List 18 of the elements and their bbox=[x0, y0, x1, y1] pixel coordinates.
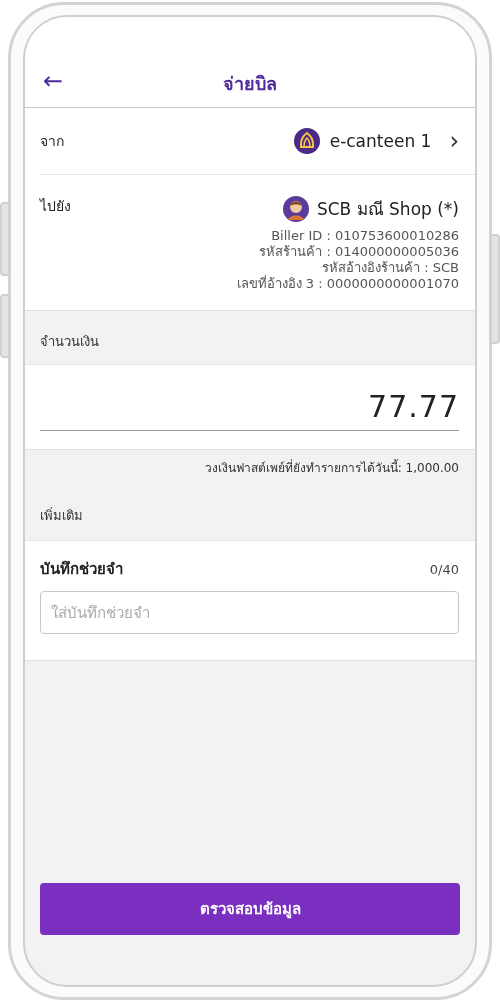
biller-detail: รหัสอ้างอิงร้านค้า : SCB bbox=[322, 260, 459, 276]
page-title: จ่ายบิล bbox=[223, 71, 277, 96]
avatar-icon bbox=[282, 195, 309, 222]
limit-text: วงเงินฟาสต์เพย์ที่ยังทำรายการได้วันนี้: 1,000.00 bbox=[203, 458, 460, 477]
account-selector[interactable]: e-canteen 1 › bbox=[293, 127, 459, 155]
biller-detail: รหัสร้านค้า : 014000000005036 bbox=[259, 244, 459, 260]
biller-name: SCB มณี Shop (*) bbox=[316, 198, 459, 221]
field-label: จาก bbox=[40, 132, 64, 151]
back-button[interactable]: ← bbox=[39, 67, 68, 95]
biller-detail: Biller ID : 010753600010286 bbox=[271, 228, 459, 244]
verify-button[interactable]: ตรวจสอบข้อมูล bbox=[40, 883, 460, 935]
character-counter: 0/40 bbox=[429, 561, 459, 577]
memo-input-field[interactable]: ใส่บันทึกช่วยจำ bbox=[40, 591, 459, 634]
section-label: เพิ่มเติม bbox=[39, 506, 84, 525]
memo-label: บันทึกช่วยจำ bbox=[40, 559, 123, 580]
biller-detail: เลขที่อ้างอิง 3 : 0000000000001070 bbox=[236, 276, 459, 292]
field-label: ไปยัง bbox=[40, 197, 71, 216]
bank-logo-icon bbox=[293, 128, 320, 154]
